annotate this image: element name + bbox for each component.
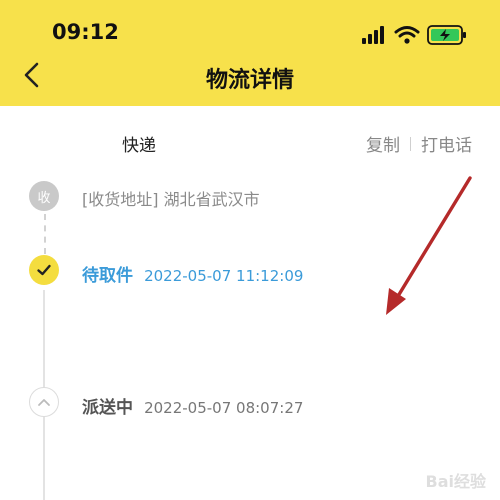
receive-address: [收货地址] 湖北省武汉市 [82,190,260,209]
pickup-dot [29,255,59,285]
timeline-dashed-line [44,214,46,254]
receive-badge: 收 [29,181,59,211]
action-divider [410,136,411,151]
signal-icon [362,26,384,44]
deliver-time: 2022-05-07 08:07:27 [144,399,304,417]
battery-charging-icon [427,25,466,45]
deliver-dot[interactable] [29,387,59,417]
page-title: 物流详情 [205,68,294,93]
deliver-row: 派送中 2022-05-07 08:07:27 [82,393,303,418]
courier-label: 快递 [122,136,156,156]
pickup-status: 待取件 [82,266,133,286]
deliver-status: 派送中 [82,398,133,418]
wifi-icon [394,26,420,44]
pickup-row: 待取件 2022-05-07 11:12:09 [82,261,303,286]
chevron-up-icon [38,399,50,406]
status-time: 09:12 [52,20,119,44]
watermark: Bai经验 [425,472,486,491]
status-icons [362,24,472,46]
header-actions: 复制 打电话 [366,131,472,156]
check-icon [37,264,51,276]
call-button[interactable]: 打电话 [421,131,472,156]
pickup-time: 2022-05-07 11:12:09 [144,267,304,285]
copy-button[interactable]: 复制 [366,131,400,156]
annotation-arrow [386,176,472,315]
